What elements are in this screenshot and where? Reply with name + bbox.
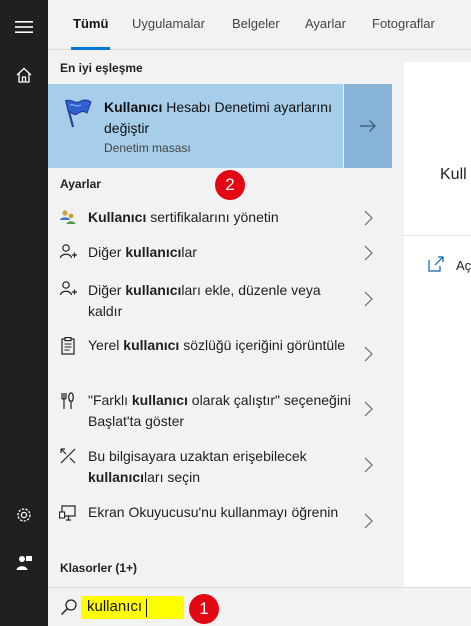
open-action[interactable]: Aç: [456, 258, 471, 273]
list-item[interactable]: Diğer kullanıcıları ekle, düzenle veya k…: [48, 276, 392, 331]
setting-text-bold: kullanıcı: [88, 469, 145, 485]
step-badge-1: 1: [189, 594, 219, 624]
person-add-icon: [59, 243, 77, 261]
setting-text: Yerel kullanıcı sözlüğü içeriğini görünt…: [88, 335, 353, 356]
setting-text-bold: kullanıcı: [125, 244, 182, 260]
chevron-right-icon: [364, 401, 373, 417]
setting-text-rest: sözlüğü içeriğini görüntüle: [179, 337, 346, 353]
setting-text-bold: Kullanıcı: [88, 209, 147, 225]
setting-text: Bu bilgisayara uzaktan erişebilecek kull…: [88, 446, 353, 488]
search-icon: [60, 599, 77, 616]
setting-text-rest: lar: [181, 244, 197, 260]
chevron-right-icon: [364, 457, 373, 473]
chevron-right-icon: [364, 210, 373, 226]
chevron-right-icon: [364, 245, 373, 261]
gear-icon: [17, 508, 31, 522]
setting-text-rest: sertifikalarını yönetin: [146, 209, 279, 225]
folders-heading: Klasorler (1+): [60, 561, 138, 575]
tab-documents[interactable]: Belgeler: [232, 0, 280, 50]
filter-tabs: Tümü Uygulamalar Belgeler Ayarlar Fotogr…: [48, 0, 471, 50]
setting-text-bold: kullanıcı: [131, 392, 188, 408]
certificate-users-icon: [59, 208, 77, 226]
left-rail: [0, 0, 48, 626]
setting-text-rest: ları seçin: [144, 469, 201, 485]
chevron-right-icon: [364, 513, 373, 529]
user-feedback-icon: [16, 556, 32, 570]
setting-text-rest: "Farklı: [88, 392, 132, 408]
tab-apps[interactable]: Uygulamalar: [132, 0, 205, 50]
column-gap: [392, 51, 404, 587]
tab-photos[interactable]: Fotograflar: [372, 0, 435, 50]
best-match-heading: En iyi eşleşme: [60, 61, 143, 75]
divider: [404, 235, 471, 236]
narrator-icon: [59, 504, 77, 522]
list-item[interactable]: Ekran Okuyucusu'nu kullanmayı öğrenin: [48, 498, 392, 554]
person-add-icon: [59, 280, 77, 298]
setting-text-bold: kullanıcı: [123, 337, 180, 353]
setting-text-rest: Diğer: [88, 244, 126, 260]
list-item[interactable]: "Farklı kullanıcı olarak çalıştır" seçen…: [48, 386, 392, 442]
results-list: En iyi eşleşme Kullanıcı Hesabı Denetimi…: [48, 51, 392, 587]
step-badge-2: 2: [215, 170, 245, 200]
preview-title: Kull: [440, 166, 467, 183]
remote-access-icon: [59, 447, 77, 465]
tab-all[interactable]: Tümü: [70, 0, 111, 50]
setting-text: Diğer kullanıcıları ekle, düzenle veya k…: [88, 280, 353, 322]
arrow-right-icon: [360, 120, 376, 132]
search-box[interactable]: kullanıcı: [48, 587, 471, 626]
tools-icon: [59, 392, 77, 410]
settings-button[interactable]: [0, 491, 48, 539]
best-match-result[interactable]: Kullanıcı Hesabı Denetimi ayarlarını değ…: [48, 84, 392, 168]
list-item[interactable]: Kullanıcı sertifikalarını yönetin: [48, 206, 392, 240]
best-match-title: Kullanıcı Hesabı Denetimi ayarlarını değ…: [104, 97, 334, 139]
setting-text-rest: Bu bilgisayara uzaktan erişebilecek: [88, 448, 307, 464]
list-item[interactable]: Bu bilgisayara uzaktan erişebilecek kull…: [48, 442, 392, 498]
setting-text-rest: Yerel: [88, 337, 124, 353]
setting-text: Kullanıcı sertifikalarını yönetin: [88, 207, 353, 228]
tab-settings[interactable]: Ayarlar: [305, 0, 346, 50]
best-match-open[interactable]: Kullanıcı Hesabı Denetimi ayarlarını değ…: [48, 84, 343, 168]
feedback-button[interactable]: [0, 539, 48, 587]
chevron-right-icon: [364, 291, 373, 307]
list-item[interactable]: Diğer kullanıcılar: [48, 240, 392, 276]
setting-text-bold: kullanıcı: [125, 282, 182, 298]
setting-text-rest: Ekran Okuyucusu'nu kullanmayı öğrenin: [88, 504, 339, 520]
dictionary-icon: [59, 337, 77, 355]
setting-text: Ekran Okuyucusu'nu kullanmayı öğrenin: [88, 502, 353, 523]
best-match-expand-button[interactable]: [343, 84, 392, 168]
open-icon: [428, 256, 444, 272]
preview-pane: Kull Aç: [404, 62, 471, 587]
setting-text: "Farklı kullanıcı olarak çalıştır" seçen…: [88, 390, 353, 432]
list-item[interactable]: Yerel kullanıcı sözlüğü içeriğini görünt…: [48, 331, 392, 386]
home-icon: [16, 67, 32, 83]
settings-heading: Ayarlar: [60, 177, 101, 191]
setting-text: Diğer kullanıcılar: [88, 242, 353, 263]
uac-flag-icon: [64, 99, 92, 128]
search-input[interactable]: kullanıcı: [87, 598, 142, 615]
text-caret: [146, 599, 147, 617]
home-button[interactable]: [0, 51, 48, 99]
best-match-subtitle: Denetim masası: [104, 141, 191, 155]
chevron-right-icon: [364, 346, 373, 362]
hamburger-menu-icon: [15, 21, 33, 33]
setting-text-rest: Diğer: [88, 282, 126, 298]
hamburger-menu-button[interactable]: [0, 3, 48, 51]
best-match-title-bold: Kullanıcı: [104, 99, 163, 115]
